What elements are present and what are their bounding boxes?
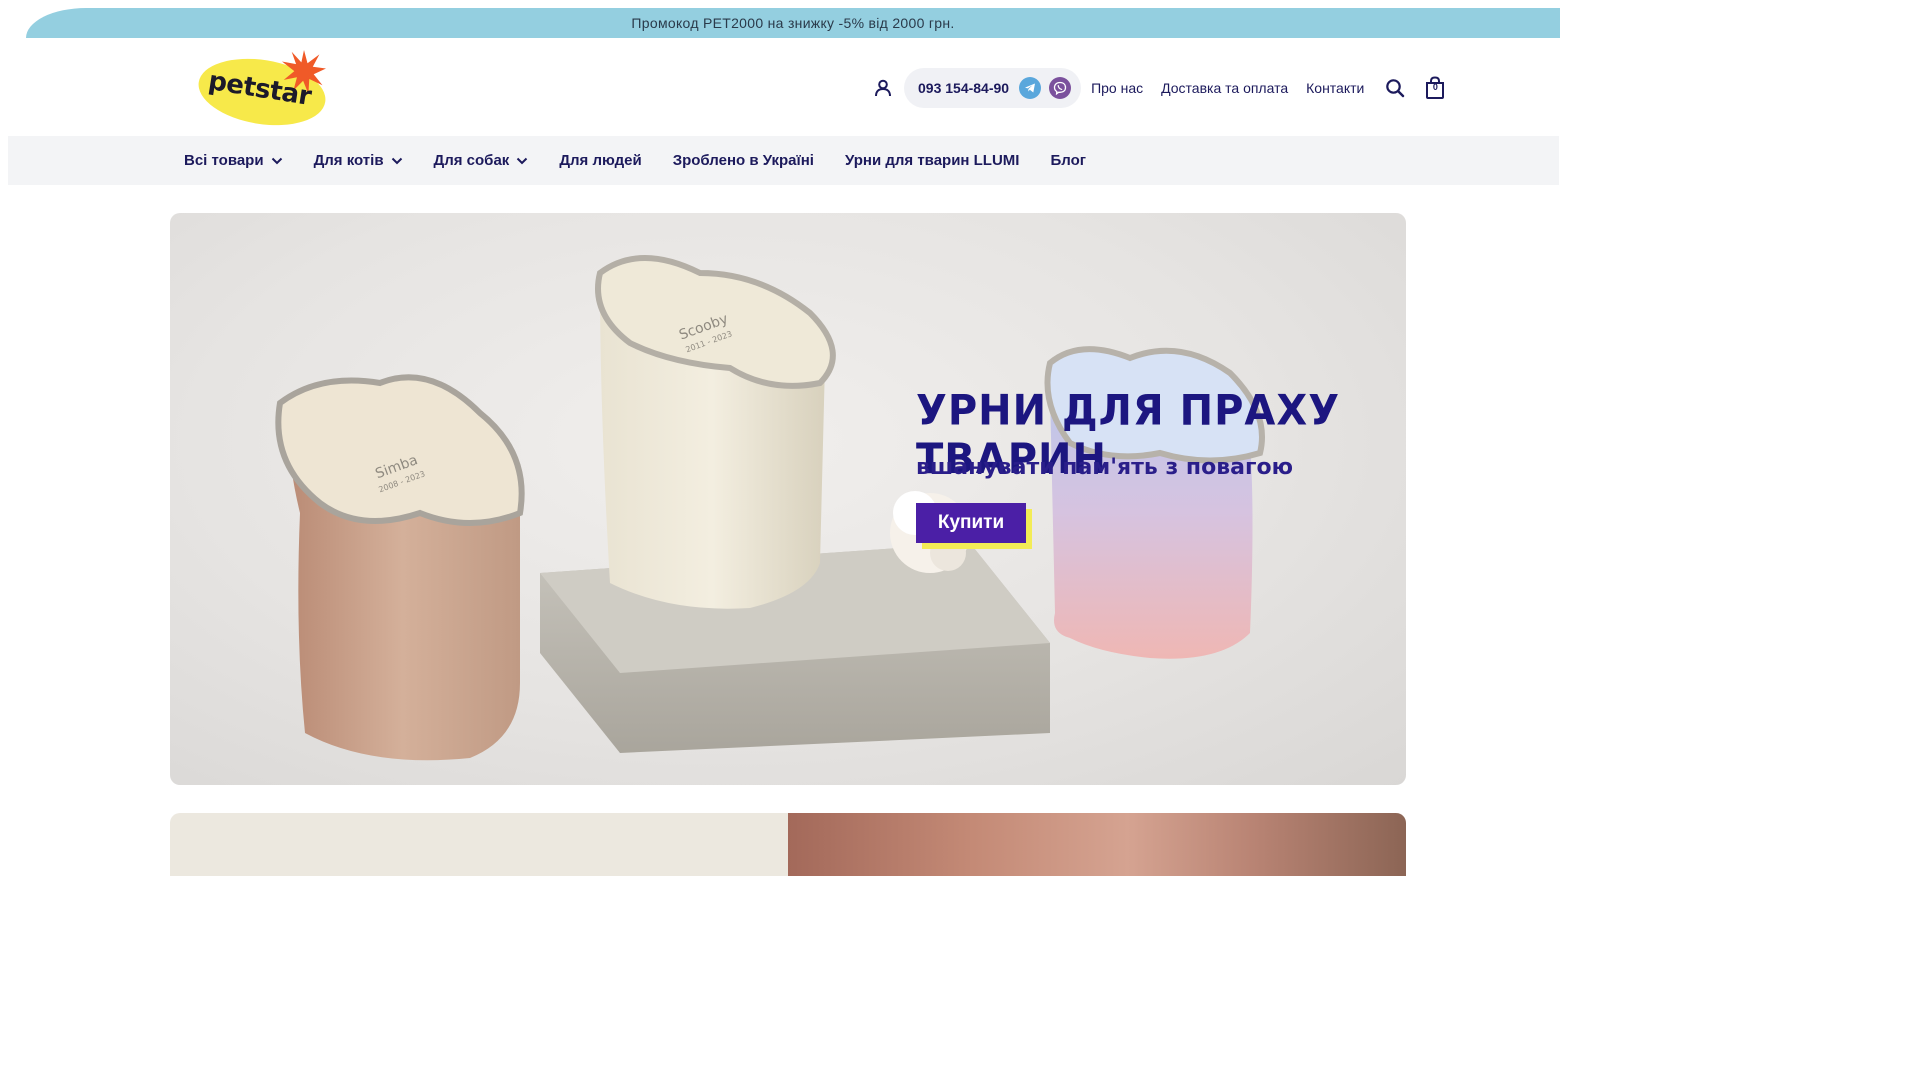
nav-item-blog[interactable]: Блог: [1050, 152, 1086, 169]
buy-button[interactable]: Купити: [916, 503, 1026, 543]
chevron-down-icon: [271, 157, 283, 165]
phone-number[interactable]: 093 154-84-90: [918, 80, 1009, 96]
nav-item-cats[interactable]: Для котів: [314, 152, 403, 169]
nav-item-label: Для людей: [559, 152, 642, 169]
hero-image: Simba2008 - 2023Scooby2011 - 2023: [275, 255, 1265, 761]
buy-button-wrap: Купити: [916, 503, 1036, 549]
logo[interactable]: petstar: [193, 50, 332, 134]
promo-banner: Промокод PET2000 на знижку -5% від 2000 …: [26, 8, 1560, 38]
nav-item-all-products[interactable]: Всі товари: [184, 152, 283, 169]
cart-count: 0: [1432, 82, 1438, 92]
telegram-icon[interactable]: [1019, 77, 1042, 99]
nav-item-people[interactable]: Для людей: [559, 152, 641, 169]
hero-subtitle: вшанувати пам'ять з повагою: [916, 455, 1293, 480]
site-header: petstar 093 154-84-90 Про нас Доставка т…: [0, 38, 1560, 136]
nav-item-dogs[interactable]: Для собак: [434, 152, 529, 169]
nav-item-label: Для котів: [313, 152, 384, 169]
promo-text: Промокод PET2000 на знижку -5% від 2000 …: [631, 15, 955, 31]
nav-item-label: Урни для тварин LLUMI: [844, 152, 1020, 169]
nav-item-made-in-ukraine[interactable]: Зроблено в Україні: [673, 152, 814, 169]
promo-card-right[interactable]: [788, 813, 1406, 876]
nav-item-urns-llumi[interactable]: Урни для тварин LLUMI: [845, 152, 1020, 169]
promo-card-left[interactable]: [170, 813, 788, 876]
header-actions: 093 154-84-90 Про нас Доставка та оплата…: [868, 67, 1450, 109]
nav-item-label: Для собак: [433, 152, 510, 169]
link-delivery[interactable]: Доставка та оплата: [1161, 80, 1288, 96]
user-icon[interactable]: [868, 73, 898, 103]
link-about[interactable]: Про нас: [1091, 80, 1143, 96]
chevron-down-icon: [516, 157, 528, 165]
search-icon[interactable]: [1380, 73, 1410, 103]
hero-banner[interactable]: Simba 2008 - 2023 Scooby 2011 - 2023 УРНИ Д…: [170, 213, 1406, 785]
chevron-down-icon: [391, 157, 403, 165]
phone-contact: 093 154-84-90: [904, 68, 1082, 108]
main-nav: Всі товари Для котів Для собак Для людей…: [8, 136, 1559, 185]
cart-icon[interactable]: 0: [1420, 73, 1450, 103]
nav-item-label: Блог: [1050, 152, 1087, 169]
link-contacts[interactable]: Контакти: [1306, 80, 1364, 96]
nav-item-label: Зроблено в Україні: [672, 152, 814, 169]
viber-icon[interactable]: [1049, 77, 1072, 99]
nav-item-label: Всі товари: [184, 152, 264, 169]
